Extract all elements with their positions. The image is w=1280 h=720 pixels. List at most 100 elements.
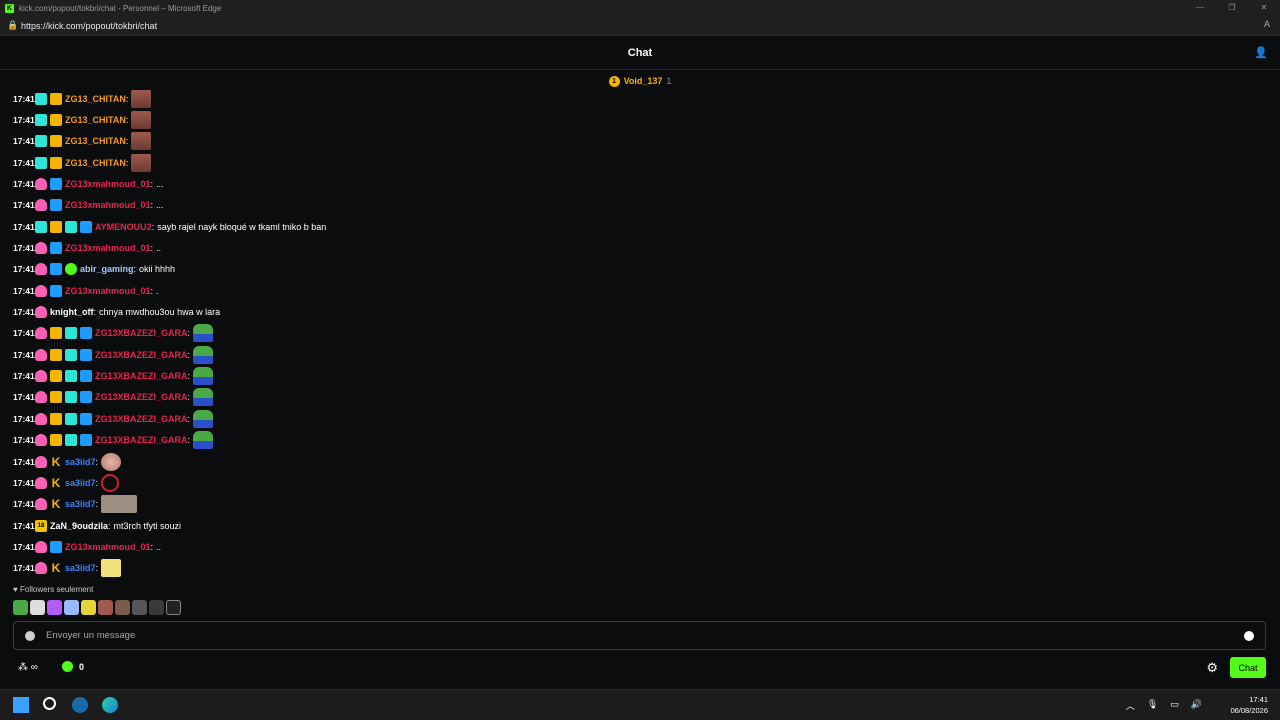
message-username[interactable]: ZG13xmahmoud_01: [65, 243, 151, 253]
gift-badge-icon[interactable]: [65, 391, 77, 404]
message-username[interactable]: ZG13XBAZEZI_GARA: [95, 350, 188, 360]
emote-shadow-icon[interactable]: [149, 600, 164, 615]
message-username[interactable]: ZG13xmahmoud_01: [65, 542, 151, 552]
arrow-badge-icon[interactable]: [80, 434, 92, 447]
gift-badge-icon[interactable]: [65, 220, 77, 233]
pink-badge-icon[interactable]: [35, 327, 47, 340]
emote-face-icon[interactable]: [98, 600, 113, 615]
message-username[interactable]: ZG13XBAZEZI_GARA: [95, 435, 188, 445]
chat-message[interactable]: 17:41 ZG13_CHITAN:: [13, 152, 1280, 173]
chat-message[interactable]: 17:41 ZG13xmahmoud_01:..: [13, 536, 1280, 557]
arrow-badge-icon[interactable]: [50, 540, 62, 553]
arrow-badge-icon[interactable]: [80, 412, 92, 425]
pinned-username[interactable]: Void_137: [624, 76, 663, 86]
crown-badge-icon[interactable]: [50, 92, 62, 105]
search-icon[interactable]: [43, 697, 56, 710]
emote-face-icon[interactable]: [131, 153, 152, 172]
emote-face-icon[interactable]: [131, 111, 152, 130]
message-username[interactable]: AYMENOUU2: [95, 222, 152, 232]
crown-badge-icon[interactable]: [50, 156, 62, 169]
message-username[interactable]: ZG13XBAZEZI_GARA: [95, 371, 188, 381]
arrow-badge-icon[interactable]: [50, 199, 62, 212]
pink-badge-icon[interactable]: [35, 263, 47, 276]
arrow-badge-icon[interactable]: [50, 242, 62, 255]
green-badge-icon[interactable]: [65, 263, 77, 276]
system-clock[interactable]: 17:41 06/08/2026: [1230, 694, 1268, 716]
emote-sparkle-icon[interactable]: [47, 600, 62, 615]
chat-message[interactable]: 17:41 18 ZaN_9oudzila: mt3rch tfyti souzi: [13, 515, 1280, 536]
settings-gear-icon[interactable]: ⚙: [1206, 660, 1218, 676]
emote-yellow-icon[interactable]: [101, 559, 122, 578]
message-username[interactable]: ZG13xmahmoud_01: [65, 179, 151, 189]
arrow-badge-icon[interactable]: [50, 263, 62, 276]
emote-whc-icon[interactable]: [101, 495, 138, 514]
pink-badge-icon[interactable]: [35, 306, 47, 319]
emote-dark-icon[interactable]: [132, 600, 147, 615]
pink-badge-icon[interactable]: [35, 455, 47, 468]
arrow-badge-icon[interactable]: [80, 327, 92, 340]
emote-pepe-icon[interactable]: [193, 388, 214, 407]
message-username[interactable]: ZG13XBAZEZI_GARA: [95, 414, 188, 424]
arrow-badge-icon[interactable]: [50, 284, 62, 297]
kick-points[interactable]: 0: [62, 661, 84, 672]
message-username[interactable]: sa3iid7: [65, 478, 96, 488]
emote-pepe-icon[interactable]: [193, 345, 214, 364]
crown-badge-icon[interactable]: [50, 391, 62, 404]
chat-message[interactable]: 17:41 ZG13xmahmoud_01:...: [13, 195, 1280, 216]
gold-badge-icon[interactable]: 18: [35, 519, 47, 532]
chat-message[interactable]: 17:41 ZG13xmahmoud_01:..: [13, 237, 1280, 258]
message-username[interactable]: ZG13_CHITAN: [65, 115, 126, 125]
emote-pepe-icon[interactable]: [193, 409, 214, 428]
chat-message[interactable]: 17:41 AYMENOUU2: sayb rajel nayk bloqué w …: [13, 216, 1280, 237]
lock-icon[interactable]: 🔒: [7, 20, 21, 31]
pink-badge-icon[interactable]: [35, 178, 47, 191]
message-username[interactable]: sa3iid7: [65, 563, 96, 573]
pink-badge-icon[interactable]: [35, 242, 47, 255]
message-username[interactable]: ZG13xmahmoud_01: [65, 200, 151, 210]
send-chat-button[interactable]: Chat: [1230, 657, 1266, 678]
arrow-badge-icon[interactable]: [80, 220, 92, 233]
gift-badge-icon[interactable]: [65, 434, 77, 447]
arrow-badge-icon[interactable]: [80, 348, 92, 361]
chat-message[interactable]: 17:41 ZG13XBAZEZI_GARA:: [13, 344, 1280, 365]
k-badge-icon[interactable]: K: [50, 498, 62, 510]
k-badge-icon[interactable]: K: [50, 456, 62, 468]
crown-badge-icon[interactable]: [50, 327, 62, 340]
pink-badge-icon[interactable]: [35, 199, 47, 212]
message-input-box[interactable]: [13, 621, 1266, 650]
microphone-icon[interactable]: 🎙: [1147, 699, 1158, 712]
chat-message[interactable]: 17:41 abir_gaming: okii hhhh: [13, 259, 1280, 280]
pink-badge-icon[interactable]: [35, 284, 47, 297]
emote-logo-icon[interactable]: [30, 600, 45, 615]
chat-message[interactable]: 17:41 knight_off: chnya mwdhou3ou hwa w la…: [13, 301, 1280, 322]
steam-icon[interactable]: [72, 697, 88, 713]
edge-icon[interactable]: [102, 697, 118, 713]
chat-message[interactable]: 17:41 ZG13xmahmoud_01:.: [13, 280, 1280, 301]
crown-badge-icon[interactable]: [50, 135, 62, 148]
emote-figure-icon[interactable]: [115, 600, 130, 615]
pink-badge-icon[interactable]: [35, 348, 47, 361]
message-username[interactable]: ZG13xmahmoud_01: [65, 286, 151, 296]
message-username[interactable]: ZaN_9oudzila: [50, 521, 108, 531]
users-icon[interactable]: 👤: [1254, 46, 1268, 60]
pink-badge-icon[interactable]: [35, 412, 47, 425]
read-aloud-icon[interactable]: A: [1264, 19, 1270, 29]
crown-badge-icon[interactable]: [50, 348, 62, 361]
emote-pepe-icon[interactable]: [13, 600, 28, 615]
pink-badge-icon[interactable]: [35, 562, 47, 575]
crown-badge-icon[interactable]: [50, 220, 62, 233]
chat-message-list[interactable]: 17:41 ZG13_CHITAN: 17:41 ZG13_CHITAN: 17:41 Z…: [0, 88, 1280, 583]
emote-mute-icon[interactable]: [166, 600, 181, 615]
message-username[interactable]: abir_gaming: [80, 264, 134, 274]
url-text[interactable]: https://kick.com/popout/tokbri/chat: [21, 21, 157, 31]
chat-message[interactable]: 17:41 ZG13_CHITAN:: [13, 88, 1280, 109]
emote-pepe-icon[interactable]: [193, 367, 214, 386]
network-icon[interactable]: ▭: [1170, 699, 1179, 712]
arrow-badge-icon[interactable]: [50, 178, 62, 191]
pink-badge-icon[interactable]: [35, 391, 47, 404]
message-username[interactable]: ZG13_CHITAN: [65, 94, 126, 104]
chat-message[interactable]: 17:41 Ksa3iid7:: [13, 472, 1280, 493]
emote-ghost-icon[interactable]: [64, 600, 79, 615]
emote-pepe-icon[interactable]: [193, 431, 214, 450]
crown-badge-icon[interactable]: [50, 370, 62, 383]
